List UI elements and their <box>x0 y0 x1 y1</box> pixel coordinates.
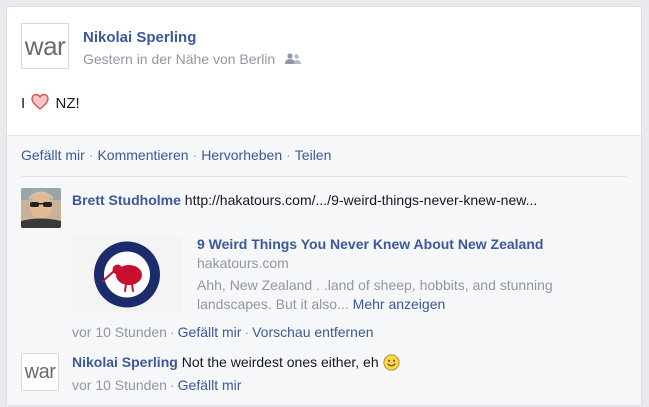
comment-body: Nikolai Sperling Not the weirdest ones e… <box>72 353 400 371</box>
post-card: war Nikolai Sperling Gestern in der Nähe… <box>6 6 642 406</box>
author-avatar[interactable]: war <box>21 23 69 69</box>
preview-title[interactable]: 9 Weird Things You Never Knew About New … <box>197 236 543 252</box>
kiwi-roundel-icon <box>94 241 160 308</box>
commenter-name[interactable]: Nikolai Sperling <box>72 354 178 370</box>
post-actions: Gefällt mir · Kommentieren · Hervorheben · Tei… <box>21 147 331 163</box>
comment-link-text[interactable]: http://hakatours.com/.../9-weird-things-… <box>185 192 537 208</box>
profile-photo-icon <box>21 188 61 228</box>
post-text-before: I <box>21 95 26 112</box>
commenter-avatar[interactable] <box>21 188 61 228</box>
separator: · <box>169 377 175 393</box>
preview-description: Ahh, New Zealand . .land of sheep, hobbi… <box>197 276 612 314</box>
commenter-name[interactable]: Brett Studholme <box>72 192 181 208</box>
comment-like-link[interactable]: Gefällt mir <box>178 324 242 340</box>
post-text-after: NZ! <box>55 95 80 112</box>
separator: · <box>192 147 198 163</box>
author-name[interactable]: Nikolai Sperling <box>83 29 196 46</box>
highlight-link[interactable]: Hervorheben <box>201 147 282 163</box>
comment-body: Brett Studholme http://hakatours.com/...… <box>72 191 612 209</box>
commenter-avatar[interactable]: war <box>21 353 59 391</box>
post-subtitle: Gestern in der Nähe von Berlin <box>83 51 302 67</box>
comment-like-link[interactable]: Gefällt mir <box>178 377 242 393</box>
separator: · <box>88 147 94 163</box>
remove-preview-link[interactable]: Vorschau entfernen <box>252 324 373 340</box>
comment-meta: vor 10 Stunden · Gefällt mir · Vorschau entf… <box>72 324 374 340</box>
friends-icon[interactable] <box>285 53 302 65</box>
preview-image[interactable] <box>72 236 182 313</box>
separator: · <box>244 324 250 340</box>
comment-meta: vor 10 Stunden · Gefällt mir <box>72 377 241 393</box>
like-link[interactable]: Gefällt mir <box>21 147 85 163</box>
comment-timestamp[interactable]: vor 10 Stunden <box>72 377 167 393</box>
comment-link[interactable]: Kommentieren <box>97 147 188 163</box>
post-timestamp-location[interactable]: Gestern in der Nähe von Berlin <box>83 51 275 67</box>
show-more-link[interactable]: Mehr anzeigen <box>353 296 446 312</box>
separator: · <box>169 324 175 340</box>
heart-icon <box>31 93 50 110</box>
divider <box>21 176 627 177</box>
comment-text: Not the weirdest ones either, eh <box>181 354 379 370</box>
preview-domain: hakatours.com <box>197 255 289 271</box>
smiley-icon <box>383 354 400 371</box>
comment-timestamp[interactable]: vor 10 Stunden <box>72 324 167 340</box>
link-preview[interactable]: 9 Weird Things You Never Knew About New … <box>72 236 622 313</box>
separator: · <box>286 147 291 163</box>
post-text: I NZ! <box>21 93 80 112</box>
share-link[interactable]: Teilen <box>295 147 332 163</box>
